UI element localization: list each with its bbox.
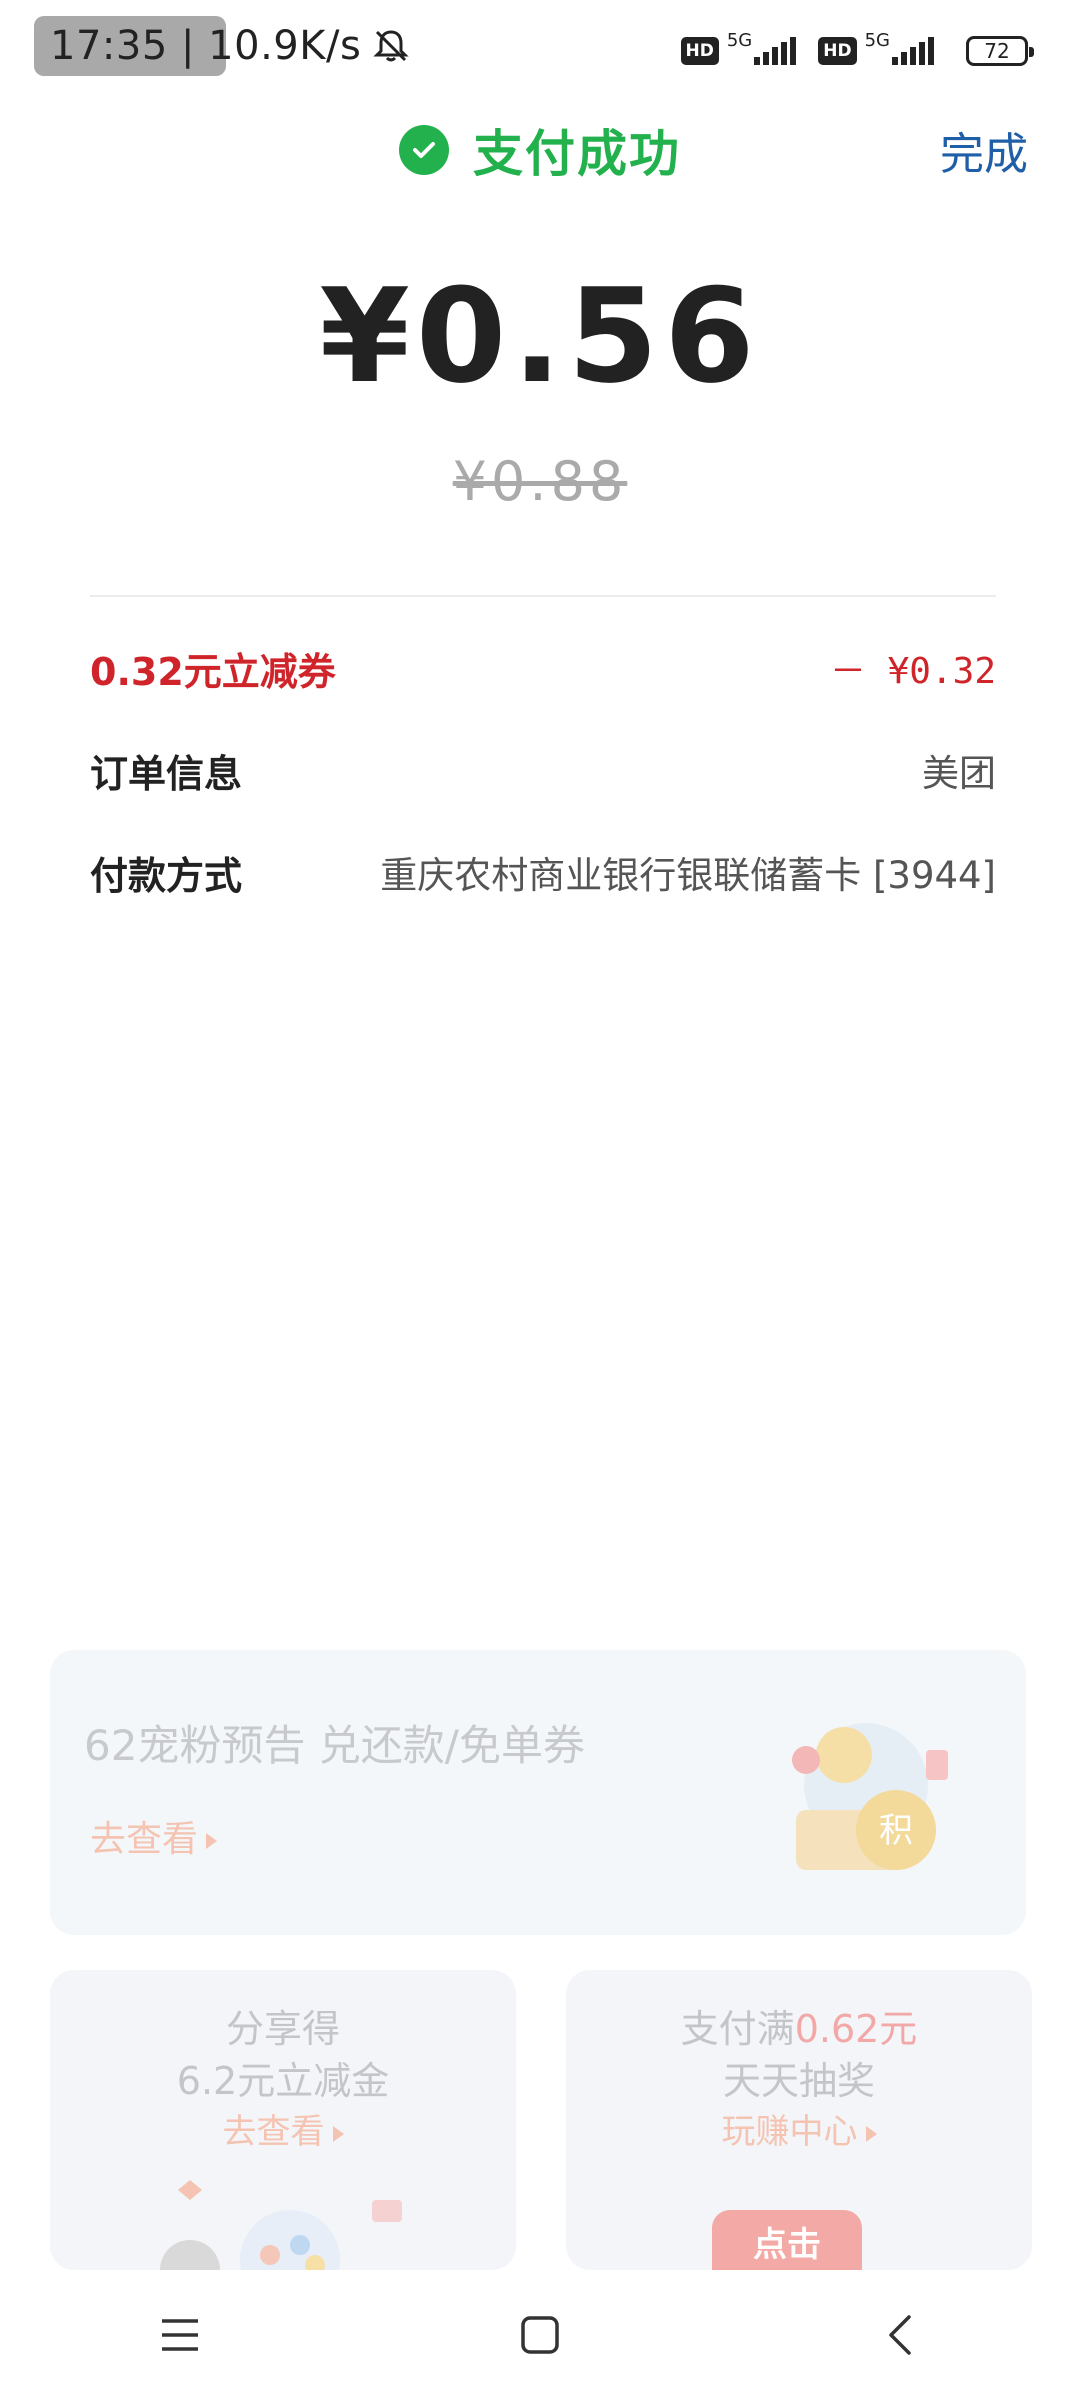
status-right: HD 5G HD 5G 72	[680, 26, 1034, 76]
system-nav-bar	[0, 2270, 1080, 2400]
svg-text:积: 积	[879, 1811, 913, 1851]
paid-amount: ¥0.56	[319, 260, 761, 412]
lottery-card-line2: 天天抽奖	[722, 2059, 875, 2103]
back-button[interactable]	[840, 2275, 960, 2395]
payment-method-row: 付款方式 重庆农村商业银行银联储蓄卡 [3944]	[90, 842, 996, 902]
payment-method-value: 重庆农村商业银行银联储蓄卡 [3944]	[380, 854, 996, 897]
battery-icon: 72	[966, 36, 1034, 66]
promo-banner[interactable]: 62宠粉预告 兑还款/免单券 去查看 积	[50, 1650, 1026, 1935]
points-mascot-icon: 积	[792, 1723, 948, 1870]
coupon-value: － ¥0.32	[829, 651, 996, 692]
payment-status: 支付成功	[0, 110, 1080, 190]
page-title: 支付成功	[473, 125, 681, 183]
home-square-icon	[521, 2316, 559, 2354]
signal-icon-2	[892, 37, 934, 65]
share-card-line1: 分享得	[225, 2007, 340, 2051]
success-check-icon	[399, 125, 449, 175]
lottery-card-link-label: 玩赚中心	[721, 2112, 858, 2152]
bell-muted-icon	[373, 30, 409, 62]
share-card-line2: 6.2元立减金	[176, 2059, 390, 2103]
promo-banner-link-label: 去查看	[90, 1819, 199, 1860]
arrow-right-icon	[332, 2125, 344, 2142]
status-time-speed: 17:35 | 10.9K/s	[50, 23, 362, 69]
divider	[90, 595, 996, 597]
order-info-row[interactable]: 订单信息 美团	[90, 740, 996, 800]
payment-method-label: 付款方式	[90, 853, 243, 898]
lottery-prefix: 支付满	[680, 2007, 795, 2051]
coupon-label: 0.32元立减券	[90, 649, 336, 694]
share-card-link[interactable]: 去查看	[50, 2104, 516, 2153]
lottery-highlight: 0.62元	[794, 2007, 918, 2051]
share-card-link-label: 去查看	[222, 2112, 325, 2152]
signal-icon	[754, 37, 797, 65]
order-info-label: 订单信息	[90, 751, 243, 796]
lottery-card[interactable]: 支付满0.62元 天天抽奖 玩赚中心 点击	[566, 1970, 1032, 2270]
menu-button[interactable]	[120, 2275, 240, 2395]
promo-banner-link[interactable]: 去查看	[90, 1810, 218, 1862]
promo-banner-title: 62宠粉预告 兑还款/免单券	[84, 1721, 585, 1770]
hd-badge: HD	[680, 37, 719, 65]
arrow-right-icon	[206, 1833, 218, 1849]
hd-badge-2: HD	[818, 37, 857, 65]
home-button[interactable]	[480, 2275, 600, 2395]
order-info-value: 美团	[922, 752, 996, 795]
menu-icon	[162, 2319, 198, 2351]
done-button[interactable]: 完成	[940, 118, 1028, 182]
lottery-card-link[interactable]: 玩赚中心	[566, 2104, 1032, 2153]
network-type: 5G	[726, 29, 753, 51]
status-left: 17:35 | 10.9K/s	[34, 14, 411, 78]
coupon-row: 0.32元立减券 － ¥0.32	[90, 638, 996, 698]
network-type-2: 5G	[864, 29, 890, 51]
battery-level: 72	[984, 39, 1010, 63]
back-chevron-icon	[889, 2315, 911, 2355]
original-amount: ¥0.88	[452, 450, 628, 513]
arrow-right-icon	[865, 2125, 877, 2142]
lottery-card-line1: 支付满0.62元	[566, 1998, 1032, 2053]
gift-decoration-icon	[160, 2180, 402, 2270]
share-card[interactable]: 分享得 6.2元立减金 去查看	[50, 1970, 516, 2270]
status-bar: 17:35 | 10.9K/s HD 5G HD 5G 72	[0, 0, 1080, 100]
click-button[interactable]: 点击	[712, 2210, 862, 2270]
